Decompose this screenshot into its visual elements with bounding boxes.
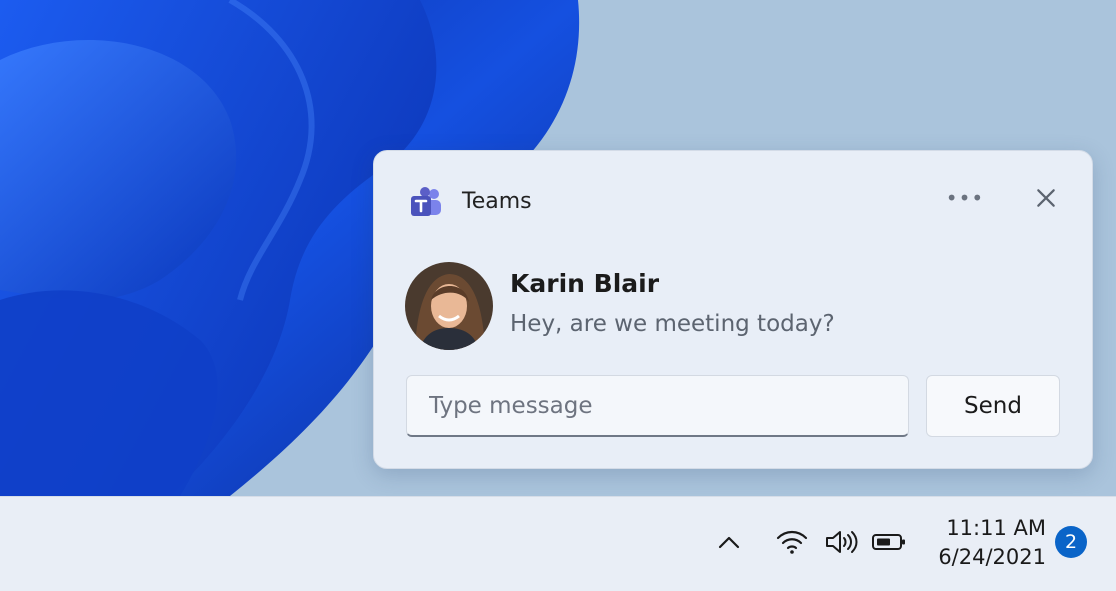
battery-button[interactable] — [870, 526, 908, 558]
clock-date: 6/24/2021 — [938, 545, 1046, 569]
clock-time: 11:11 AM — [946, 516, 1046, 540]
message-text: Hey, are we meeting today? — [510, 311, 835, 337]
teams-notification-toast[interactable]: Teams ••• Karin Blair Hey, are we meetin… — [373, 150, 1093, 469]
taskbar-clock[interactable]: 11:11 AM 6/24/2021 — [922, 514, 1046, 572]
avatar — [405, 262, 493, 350]
volume-button[interactable] — [822, 526, 860, 558]
more-options-button[interactable]: ••• — [940, 181, 990, 215]
app-name: Teams — [462, 189, 532, 214]
chevron-up-icon — [718, 536, 740, 549]
send-button[interactable]: Send — [926, 375, 1060, 437]
close-icon — [1037, 189, 1055, 207]
wifi-icon — [776, 530, 808, 554]
more-options-icon: ••• — [945, 186, 985, 210]
close-button[interactable] — [1026, 181, 1066, 215]
notification-count-badge[interactable]: 2 — [1055, 526, 1087, 558]
avatar-photo — [405, 262, 493, 350]
wifi-button[interactable] — [774, 526, 810, 558]
reply-input[interactable] — [406, 375, 909, 437]
sender-name: Karin Blair — [510, 269, 660, 298]
speaker-icon — [826, 531, 858, 553]
battery-icon — [872, 534, 905, 550]
teams-logo-icon — [411, 187, 441, 216]
show-hidden-icons-button[interactable] — [712, 528, 746, 556]
